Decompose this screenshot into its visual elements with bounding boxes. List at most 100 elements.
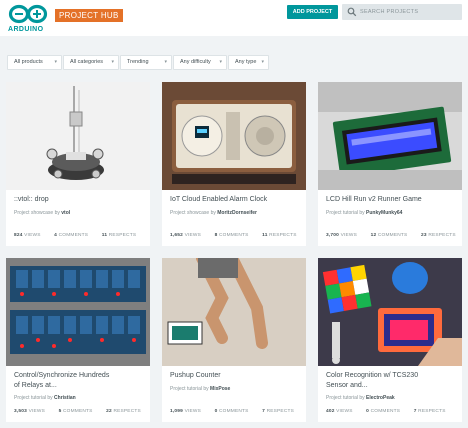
filter-type-dropdown[interactable]: Any type ▾ xyxy=(228,55,269,70)
respects-count: 7 xyxy=(413,409,417,414)
filter-label: Any type xyxy=(235,59,257,65)
project-title[interactable]: Pushup Counter xyxy=(170,371,300,381)
comments-label: COMMENTS xyxy=(370,409,401,414)
respects-count: 22 xyxy=(106,409,112,414)
respects-count: 23 xyxy=(421,233,427,238)
views-count: 1,099 xyxy=(170,409,184,414)
color-sensor-image xyxy=(318,258,462,366)
views-label: VIEWS xyxy=(184,233,202,238)
author-link[interactable]: MoritzDornseifer xyxy=(217,210,257,216)
lcd-display-image xyxy=(318,82,462,190)
project-thumbnail[interactable] xyxy=(162,82,306,190)
project-thumbnail[interactable] xyxy=(318,82,462,190)
project-title[interactable]: Color Recognition w/ TCS230 Sensor and..… xyxy=(326,371,456,391)
chevron-down-icon: ▾ xyxy=(111,59,114,65)
project-title[interactable]: Control/Synchronize Hundreds of Relays a… xyxy=(14,371,144,391)
project-type: Project tutorial by xyxy=(170,386,209,392)
views-label: VIEWS xyxy=(336,409,353,414)
filter-label: Trending xyxy=(127,59,149,65)
project-type: Project showcase by xyxy=(14,210,60,216)
views-count: 402 xyxy=(326,409,335,414)
pushup-image xyxy=(162,258,306,366)
author-link[interactable]: vtol xyxy=(61,210,70,216)
author-link[interactable]: MixPose xyxy=(210,386,230,392)
project-title-line-1: Color Recognition w/ TCS230 xyxy=(326,372,419,379)
project-card[interactable]: IoT Cloud Enabled Alarm Clock Project sh… xyxy=(162,82,306,246)
author-link[interactable]: PunkyMunky64 xyxy=(366,210,402,216)
project-title[interactable]: IoT Cloud Enabled Alarm Clock xyxy=(170,195,300,205)
views-count: 3,503 xyxy=(14,409,28,414)
project-stats: 3,700 VIEWS 12 COMMENTS 23 RESPECTS xyxy=(326,233,468,238)
filter-products-dropdown[interactable]: All products ▾ xyxy=(7,55,62,70)
respects-label: RESPECTS xyxy=(108,233,137,238)
comments-count: 0 xyxy=(214,409,218,414)
chevron-down-icon: ▾ xyxy=(164,59,167,65)
respects-count: 11 xyxy=(101,233,108,238)
project-stats: 402 VIEWS 0 COMMENTS 7 RESPECTS xyxy=(326,409,458,414)
drone-image xyxy=(6,82,150,190)
project-author-line: Project tutorial by PunkyMunky64 xyxy=(326,210,402,216)
project-thumbnail[interactable] xyxy=(6,258,150,366)
comments-count: 8 xyxy=(214,233,218,238)
filter-label: All products xyxy=(14,59,43,65)
comments-label: COMMENTS xyxy=(63,409,93,414)
project-stats: 3,503 VIEWS 5 COMMENTS 22 RESPECTS xyxy=(14,409,153,414)
author-link[interactable]: Christian xyxy=(54,395,76,401)
views-label: VIEWS xyxy=(340,233,358,238)
project-type: Project tutorial by xyxy=(14,395,53,401)
comments-label: COMMENTS xyxy=(219,233,249,238)
project-type: Project tutorial by xyxy=(326,395,365,401)
search-input[interactable]: SEARCH PROJECTS xyxy=(342,4,462,20)
filter-sort-dropdown[interactable]: Trending ▾ xyxy=(120,55,172,70)
project-title-line-2: Sensor and... xyxy=(326,382,368,389)
views-count: 3,700 xyxy=(326,233,340,238)
project-author-line: Project tutorial by ElectroPeak xyxy=(326,395,395,401)
comments-count: 4 xyxy=(54,233,58,238)
respects-label: RESPECTS xyxy=(266,409,295,414)
respects-label: RESPECTS xyxy=(113,409,141,414)
project-thumbnail[interactable] xyxy=(6,82,150,190)
chevron-down-icon: ▾ xyxy=(219,59,222,65)
filter-label: Any difficulty xyxy=(180,59,211,65)
project-author-line: Project tutorial by Christian xyxy=(14,395,76,401)
comments-label: COMMENTS xyxy=(377,233,408,238)
respects-count: 7 xyxy=(262,409,266,414)
infinity-logo-icon xyxy=(8,4,48,24)
arduino-logo[interactable]: ARDUINO xyxy=(6,4,52,34)
respects-label: RESPECTS xyxy=(269,233,297,238)
project-card[interactable]: Color Recognition w/ TCS230 Sensor and..… xyxy=(318,258,462,422)
project-title-line-2: of Relays at... xyxy=(14,382,57,389)
project-stats: 1,652 VIEWS 8 COMMENTS 11 RESPECTS xyxy=(170,233,309,238)
respects-count: 11 xyxy=(262,233,268,238)
comments-count: 12 xyxy=(370,233,377,238)
project-thumbnail[interactable] xyxy=(318,258,462,366)
project-card[interactable]: ::vtol:: drop Project showcase by vtol 8… xyxy=(6,82,150,246)
project-stats: 1,099 VIEWS 0 COMMENTS 7 RESPECTS xyxy=(170,409,306,414)
project-card[interactable]: Control/Synchronize Hundreds of Relays a… xyxy=(6,258,150,422)
views-label: VIEWS xyxy=(24,233,41,238)
project-hub-badge[interactable]: PROJECT HUB xyxy=(55,9,123,22)
comments-label: COMMENTS xyxy=(58,233,89,238)
comments-count: 5 xyxy=(58,409,62,414)
filter-categories-dropdown[interactable]: All categories ▾ xyxy=(63,55,119,70)
author-link[interactable]: ElectroPeak xyxy=(366,395,395,401)
logo-wordmark: ARDUINO xyxy=(8,26,44,33)
project-card[interactable]: LCD Hill Run v2 Runner Game Project tuto… xyxy=(318,82,462,246)
relay-boards-image xyxy=(6,258,150,366)
project-title-line-1: Control/Synchronize Hundreds xyxy=(14,372,110,379)
project-thumbnail[interactable] xyxy=(162,258,306,366)
project-author-line: Project showcase by MoritzDornseifer xyxy=(170,210,257,216)
filter-difficulty-dropdown[interactable]: Any difficulty ▾ xyxy=(173,55,227,70)
comments-count: 0 xyxy=(366,409,370,414)
comments-label: COMMENTS xyxy=(219,409,249,414)
project-title[interactable]: ::vtol:: drop xyxy=(14,195,144,205)
add-project-button[interactable]: ADD PROJECT xyxy=(287,5,338,19)
views-count: 1,652 xyxy=(170,233,184,238)
project-title[interactable]: LCD Hill Run v2 Runner Game xyxy=(326,195,456,205)
project-type: Project showcase by xyxy=(170,210,216,216)
project-author-line: Project tutorial by MixPose xyxy=(170,386,230,392)
project-card[interactable]: Pushup Counter Project tutorial by MixPo… xyxy=(162,258,306,422)
chevron-down-icon: ▾ xyxy=(261,59,264,65)
project-author-line: Project showcase by vtol xyxy=(14,210,70,216)
views-count: 824 xyxy=(14,233,23,238)
